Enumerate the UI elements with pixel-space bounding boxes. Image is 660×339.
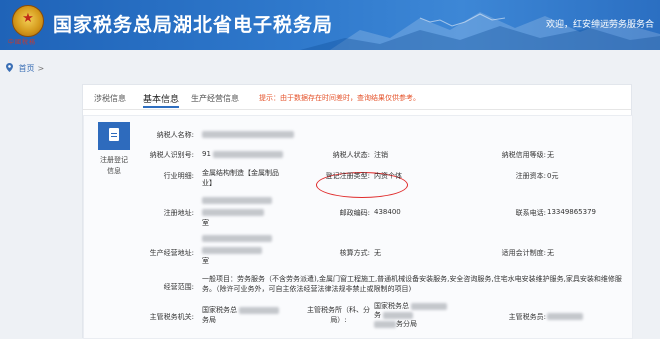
tab-bar: 涉税信息 基本信息 生产经营信息 提示：由于数据存在时间差时，查询结果仅供参考。 (83, 85, 631, 110)
accounting-value: 无 (547, 249, 554, 257)
notice-tip: 提示：由于数据存在时间差时，查询结果仅供参考。 (259, 94, 420, 102)
tab-basic-info[interactable]: 基本信息 (143, 92, 180, 108)
registration-panel: 注册登记 信息 纳税人名称: 纳税人识别号: 91 纳税人状态: 注销 纳税信用… (83, 115, 633, 339)
tax-authority-label: 主管税务机关: (149, 313, 194, 321)
tab-tax-info[interactable]: 涉税信息 (94, 93, 126, 104)
section-registration: 注册登记 信息 (94, 122, 134, 177)
location-pin-icon (6, 63, 13, 72)
business-address-label: 生产经营地址: (149, 249, 194, 257)
site-title: 国家税务总局湖北省电子税务局 (53, 14, 334, 36)
breadcrumb-separator: > (37, 64, 45, 73)
header-banner: ★ 中國稅務 国家税务总局湖北省电子税务局 欢迎，红安绅远劳务服务合 (0, 0, 660, 50)
postal-code-label: 邮政编码: (339, 209, 370, 217)
breadcrumb-home-link[interactable]: 首页 (19, 64, 35, 73)
reg-capital-label: 注册资本: (515, 172, 546, 180)
phone-label: 联系电话: (515, 209, 546, 217)
tax-officer-value (547, 312, 583, 320)
breadcrumb: 首页 > (6, 63, 44, 74)
verify-method-value: 无 (374, 249, 381, 257)
reg-address-value: 室 (202, 196, 272, 228)
postal-code-value: 438400 (374, 208, 401, 216)
reg-address-label: 注册地址: (163, 209, 194, 217)
taxpayer-name-value (202, 130, 294, 138)
taxpayer-id-value: 91 (202, 150, 283, 158)
reg-capital-value: 0元 (547, 172, 559, 180)
business-address-value: 室 (202, 234, 272, 266)
reg-type-value: 内资个体 (374, 172, 402, 180)
section-label: 注册登记 信息 (100, 156, 128, 175)
scope-value: 一般项目：劳务服务（不含劳务派遣),金属门窗工程施工,普通机械设备安装服务,安全… (202, 275, 622, 293)
info-card: 涉税信息 基本信息 生产经营信息 提示：由于数据存在时间差时，查询结果仅供参考。… (82, 84, 633, 339)
tax-office-label: 主管税务所（科、分 局）: (307, 306, 370, 324)
taxpayer-name-label: 纳税人名称: (156, 131, 194, 139)
accounting-label: 适用会计制度: (501, 249, 546, 257)
phone-value: 13349865379 (547, 208, 596, 216)
verify-method-label: 核算方式: (339, 249, 370, 257)
industry-label: 行业明细: (163, 172, 194, 180)
tax-authority-value: 国家税务总 务局 (202, 305, 279, 325)
credit-level-value: 无 (547, 151, 554, 159)
emblem-caption: 中國稅務 (8, 39, 37, 46)
credit-level-label: 纳税信用等级: (501, 151, 546, 159)
document-icon (98, 122, 130, 150)
taxpayer-status-label: 纳税人状态: (332, 151, 370, 159)
taxpayer-id-label: 纳税人识别号: (149, 151, 194, 159)
tax-officer-label: 主管税务员: (508, 313, 546, 321)
tab-business-info[interactable]: 生产经营信息 (191, 93, 239, 104)
reg-type-label: 登记注册类型: (325, 172, 370, 180)
tax-office-value: 国家税务总 务 务分局 (374, 302, 447, 329)
welcome-user-text[interactable]: 欢迎，红安绅远劳务服务合 (546, 17, 654, 30)
national-emblem-icon: ★ (12, 5, 44, 37)
scope-label: 经营范围: (163, 283, 194, 291)
industry-value: 金属结构制造【金属制品业】 (202, 169, 279, 187)
taxpayer-status-value: 注销 (374, 151, 388, 159)
